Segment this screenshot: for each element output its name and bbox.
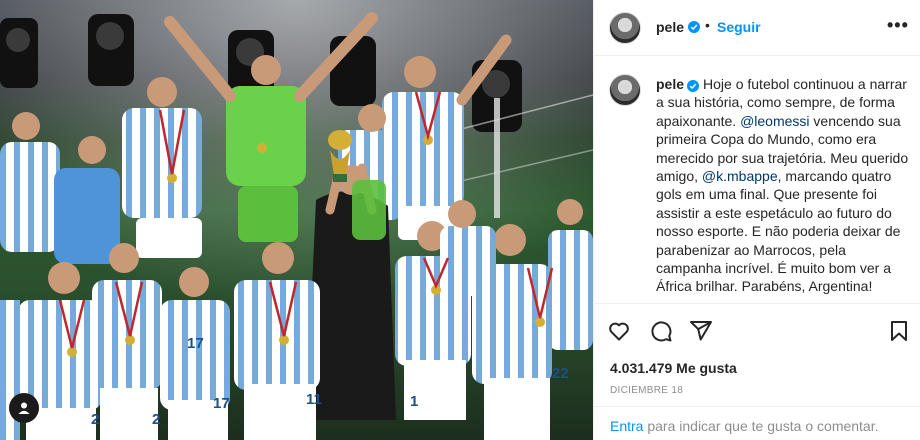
shirt-number: 17	[187, 335, 204, 352]
avatar[interactable]	[609, 74, 641, 106]
more-options-icon[interactable]: •••	[887, 15, 909, 36]
post-header: pele • Seguir •••	[594, 0, 920, 56]
shirt-number: 1	[410, 393, 418, 410]
comment-bubble-icon	[651, 321, 672, 342]
caption-username[interactable]: pele	[656, 76, 684, 92]
avatar[interactable]	[609, 12, 641, 44]
like-count[interactable]: 4.031.479 Me gusta	[610, 360, 737, 376]
comment-button[interactable]	[648, 318, 674, 344]
post-photo[interactable]: 17 17 11 22 2 2 1	[0, 0, 593, 440]
post-actions: 4.031.479 Me gusta DICIEMBRE 18 Entra pa…	[594, 303, 920, 440]
share-button[interactable]	[688, 318, 714, 344]
comment-login-bar: Entra para indicar que te gusta o coment…	[594, 406, 920, 440]
post-side-panel: pele • Seguir ••• pele Hoje o futebol con…	[594, 0, 920, 440]
bookmark-icon	[891, 321, 907, 341]
shirt-number: 2	[91, 411, 99, 428]
user-tag-icon	[18, 402, 30, 414]
post-date[interactable]: DICIEMBRE 18	[610, 385, 683, 396]
verified-badge-icon	[688, 21, 700, 33]
follow-button[interactable]: Seguir	[717, 19, 761, 35]
shirt-number: 2	[152, 411, 160, 428]
celebration-scene: 17 17 11 22 2 2 1	[0, 0, 593, 440]
caption-area: pele Hoje o futebol continuou a narrar a …	[594, 57, 920, 303]
heart-icon	[609, 322, 629, 341]
login-link[interactable]: Entra	[610, 418, 643, 434]
save-button[interactable]	[886, 318, 912, 344]
verified-badge-icon	[687, 80, 700, 92]
header-username[interactable]: pele	[656, 19, 684, 35]
caption-segment: , marcando quatro gols em uma final. Que…	[656, 168, 901, 295]
caption-text: pele Hoje o futebol continuou a narrar a …	[656, 75, 911, 296]
separator-dot: •	[705, 17, 710, 33]
like-button[interactable]	[606, 318, 632, 344]
shirt-number: 17	[213, 395, 230, 412]
mention-link[interactable]: @leomessi	[740, 113, 809, 129]
shirt-number: 11	[306, 391, 322, 408]
shirt-number: 22	[552, 365, 569, 382]
login-prompt: Entra para indicar que te gusta o coment…	[610, 418, 879, 434]
login-prompt-text: para indicar que te gusta o comentar.	[643, 418, 879, 434]
mention-link[interactable]: @k.mbappe	[702, 168, 778, 184]
user-tag-button[interactable]	[9, 393, 39, 423]
paper-plane-icon	[690, 321, 712, 341]
